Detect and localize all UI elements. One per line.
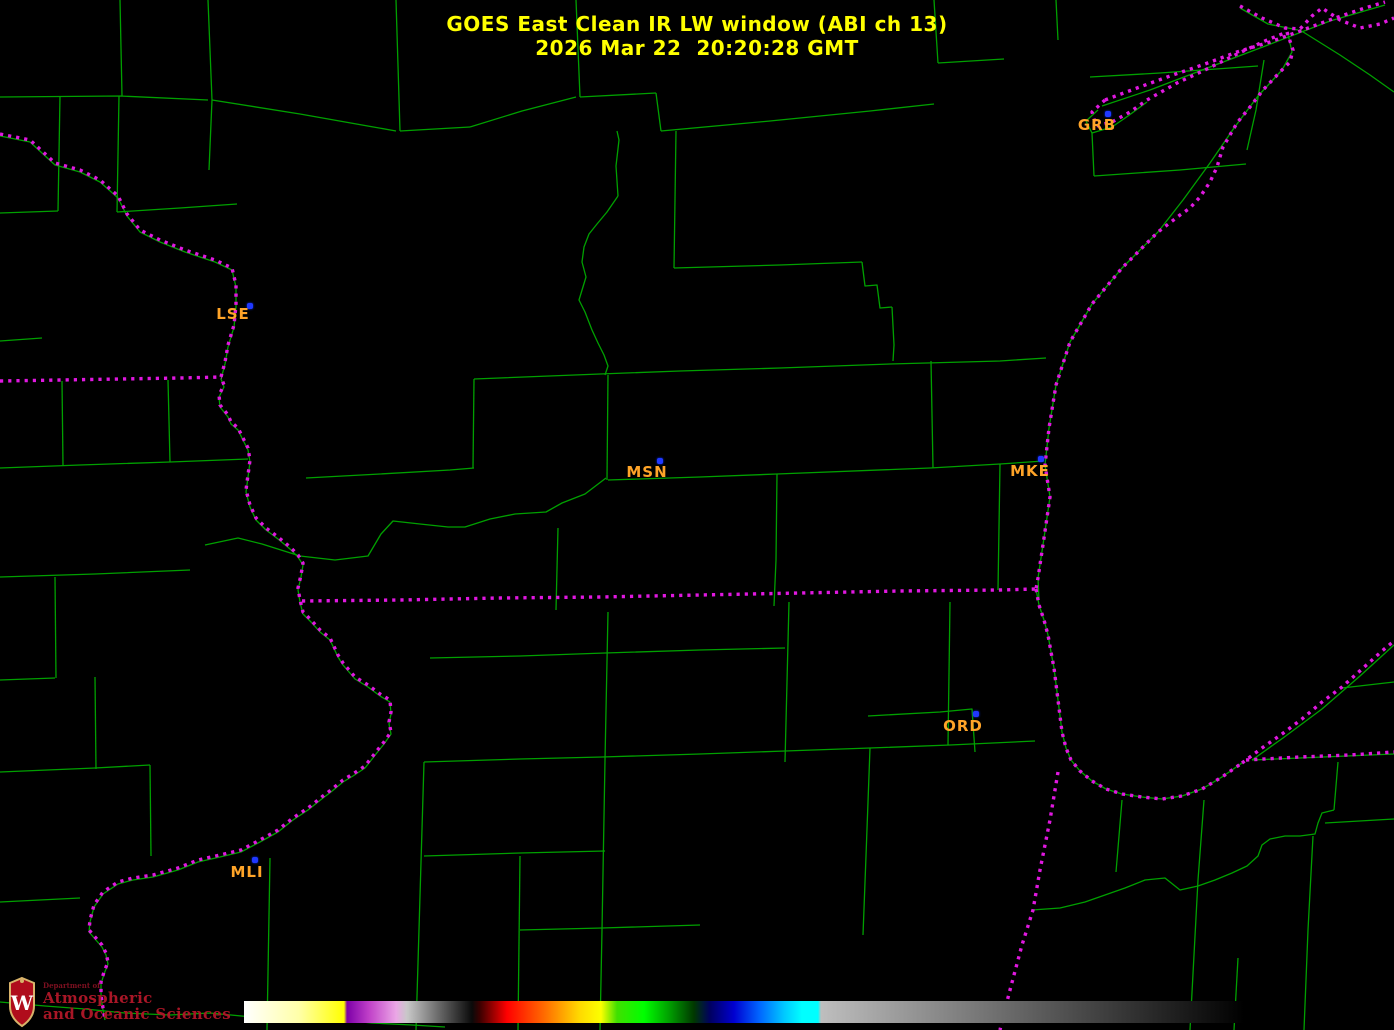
- station-label: MSN: [626, 463, 668, 481]
- logo-line3: and Oceanic Sciences: [43, 1005, 231, 1023]
- logo-dept-label: Department of: [43, 981, 101, 990]
- aos-logo: W Department of Atmospheric and Oceanic …: [7, 976, 231, 1028]
- county-borders-layer: [0, 0, 1394, 1030]
- svg-text:W: W: [10, 991, 34, 1015]
- image-timestamp: 2026 Mar 22 20:20:28 GMT: [535, 36, 859, 60]
- uw-crest-icon: W: [9, 976, 35, 1028]
- station-label: GRB: [1077, 116, 1117, 134]
- station-label: LSE: [216, 305, 250, 323]
- station-label: ORD: [943, 717, 983, 735]
- ir-temperature-colorbar: [244, 1001, 1244, 1023]
- product-title: GOES East Clean IR LW window (ABI ch 13): [446, 12, 948, 36]
- logo-line2: Atmospheric: [43, 989, 153, 1007]
- aos-logo-text: Department of Atmospheric and Oceanic Sc…: [43, 982, 231, 1022]
- image-title: GOES East Clean IR LW window (ABI ch 13)…: [0, 12, 1394, 60]
- station-label: MLI: [230, 863, 264, 881]
- station-label: MKE: [1010, 462, 1050, 480]
- satellite-image-viewer: GOES East Clean IR LW window (ABI ch 13)…: [0, 0, 1394, 1030]
- map-canvas: [0, 0, 1394, 1030]
